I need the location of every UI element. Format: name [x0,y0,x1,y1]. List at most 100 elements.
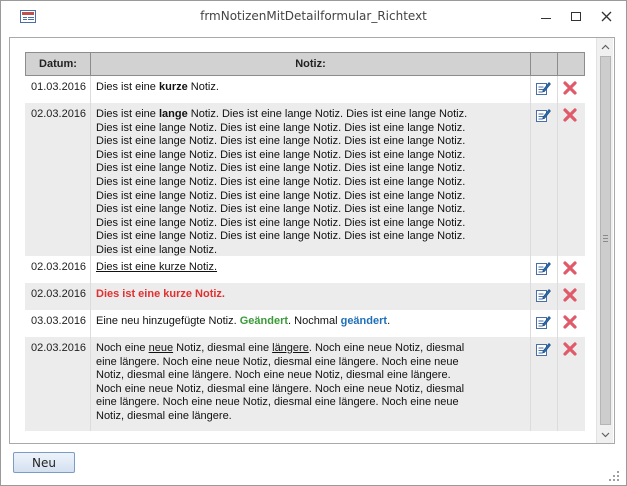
minimize-icon [541,17,551,19]
note-line: Dies ist eine lange Notiz. Dies ist eine… [96,189,466,202]
edit-note-button[interactable] [535,260,551,276]
edit-note-button[interactable] [535,287,551,303]
note-line: Dies ist eine lange Notiz. Dies ist eine… [96,230,466,243]
edit-note-icon [536,289,551,302]
vertical-scrollbar[interactable] [596,38,613,443]
delete-x-icon [563,261,577,275]
close-button[interactable] [592,5,620,27]
note-line: Dies ist eine lange Notiz. Dies ist eine… [96,135,466,148]
note-text-segment: Dies ist eine kurze Notiz. [96,261,218,273]
table-row[interactable]: 02.03.2016 Dies ist eine lange Notiz. Die… [25,103,585,256]
edit-note-button[interactable] [535,80,551,96]
chevron-up-icon [601,44,610,49]
note-line: Dies ist eine lange Notiz. Dies ist eine… [96,108,529,122]
table-row[interactable]: 02.03.2016 Dies ist eine kurze Notiz. [25,256,585,283]
edit-note-button[interactable] [535,341,551,357]
title-bar: frmNotizenMitDetailformular_Richtext [1,1,626,31]
column-header-date: Datum: [25,52,91,76]
note-line: Noch eine neue Notiz, diesmal eine länge… [96,342,529,356]
note-line: Dies ist eine lange Notiz. Dies ist eine… [96,121,466,134]
note-line: Dies ist eine lange Notiz. Dies ist eine… [96,148,466,161]
column-divider [557,76,558,103]
delete-x-icon [563,288,577,302]
notes-list: Datum: Notiz: 01.03.2016 Dies ist eine ku… [16,52,586,434]
note-line: Dies ist eine lange Notiz. Dies ist eine… [96,216,466,229]
note-text-segment: Dies ist eine [96,81,159,93]
edit-note-icon [536,82,551,95]
row-date: 02.03.2016 [31,108,87,120]
row-note[interactable]: Eine neu hinzugefügte Notiz. Geändert. N… [96,315,529,329]
maximize-button[interactable] [562,5,590,27]
column-header-note: Notiz: [90,52,531,76]
edit-note-button[interactable] [535,107,551,123]
column-divider [530,337,531,431]
column-divider [557,256,558,283]
row-note[interactable]: Dies ist eine lange Notiz. Dies ist eine… [96,108,529,258]
note-line: Dies ist eine lange Notiz. Dies ist eine… [96,162,466,175]
delete-x-icon [563,108,577,122]
column-divider [530,103,531,256]
row-date: 03.03.2016 [31,315,87,327]
delete-note-button[interactable] [562,314,578,330]
note-text-segment: Geändert [239,315,289,327]
maximize-icon [571,11,581,21]
note-text-segment: Dies ist eine [96,108,159,120]
table-row[interactable]: 01.03.2016 Dies ist eine kurze Notiz. [25,76,585,103]
column-divider [557,283,558,310]
column-divider [90,103,91,256]
note-text-segment: Notiz, diesmal eine [173,342,273,354]
note-text-segment: . Noch eine neue Notiz, diesmal [308,342,465,354]
note-text-segment: . [387,315,391,327]
row-note[interactable]: Dies ist eine kurze Notiz. [96,288,529,302]
column-divider [90,76,91,103]
edit-note-icon [536,109,551,122]
row-date: 02.03.2016 [31,288,87,300]
note-line: Dies ist eine lange Notiz. Dies ist eine… [96,175,466,188]
row-note[interactable]: Dies ist eine kurze Notiz. [96,81,529,95]
resize-grip-icon[interactable] [608,470,620,482]
row-date: 02.03.2016 [31,342,87,354]
delete-x-icon [563,81,577,95]
delete-x-icon [563,342,577,356]
note-line: Notiz, diesmal eine längere. [96,409,232,422]
delete-x-icon [563,315,577,329]
scroll-thumb[interactable] [600,56,611,425]
note-line: Notiz, diesmal eine längere. Noch eine n… [96,369,451,382]
column-divider [530,310,531,337]
delete-note-button[interactable] [562,260,578,276]
table-row[interactable]: 03.03.2016 Eine neu hinzugefügte Notiz. G… [25,310,585,337]
delete-note-button[interactable] [562,341,578,357]
column-divider [90,310,91,337]
edit-note-icon [536,316,551,329]
column-header-edit [530,52,558,76]
column-divider [530,76,531,103]
note-line: Dies ist eine lange Notiz. Dies ist eine… [96,203,466,216]
note-text-segment: Noch eine [96,342,149,354]
delete-note-button[interactable] [562,107,578,123]
row-date: 02.03.2016 [31,261,87,273]
note-text-segment: Notiz. Dies ist eine lange Notiz. Dies i… [187,108,468,120]
row-note[interactable]: Noch eine neue Notiz, diesmal eine länge… [96,342,529,424]
column-divider [90,283,91,310]
row-note[interactable]: Dies ist eine kurze Notiz. [96,261,529,275]
close-icon [601,11,611,21]
column-divider [90,337,91,431]
scroll-down-button[interactable] [597,426,614,443]
delete-note-button[interactable] [562,287,578,303]
row-date: 01.03.2016 [31,81,87,93]
note-text-segment: Notiz. [187,81,219,93]
delete-note-button[interactable] [562,80,578,96]
column-divider [530,256,531,283]
minimize-button[interactable] [532,5,560,27]
note-text-segment: lange [158,108,188,120]
edit-note-icon [536,343,551,356]
note-text-segment: geändert [340,315,388,327]
chevron-down-icon [601,432,610,437]
table-row[interactable]: 02.03.2016 Dies ist eine kurze Notiz. [25,283,585,310]
scroll-up-button[interactable] [597,38,614,55]
edit-note-button[interactable] [535,314,551,330]
note-text-segment: längere [272,342,309,354]
note-text-segment: kurze [158,81,188,93]
table-row[interactable]: 02.03.2016 Noch eine neue Notiz, diesmal … [25,337,585,431]
new-note-button[interactable]: Neu [13,452,75,473]
